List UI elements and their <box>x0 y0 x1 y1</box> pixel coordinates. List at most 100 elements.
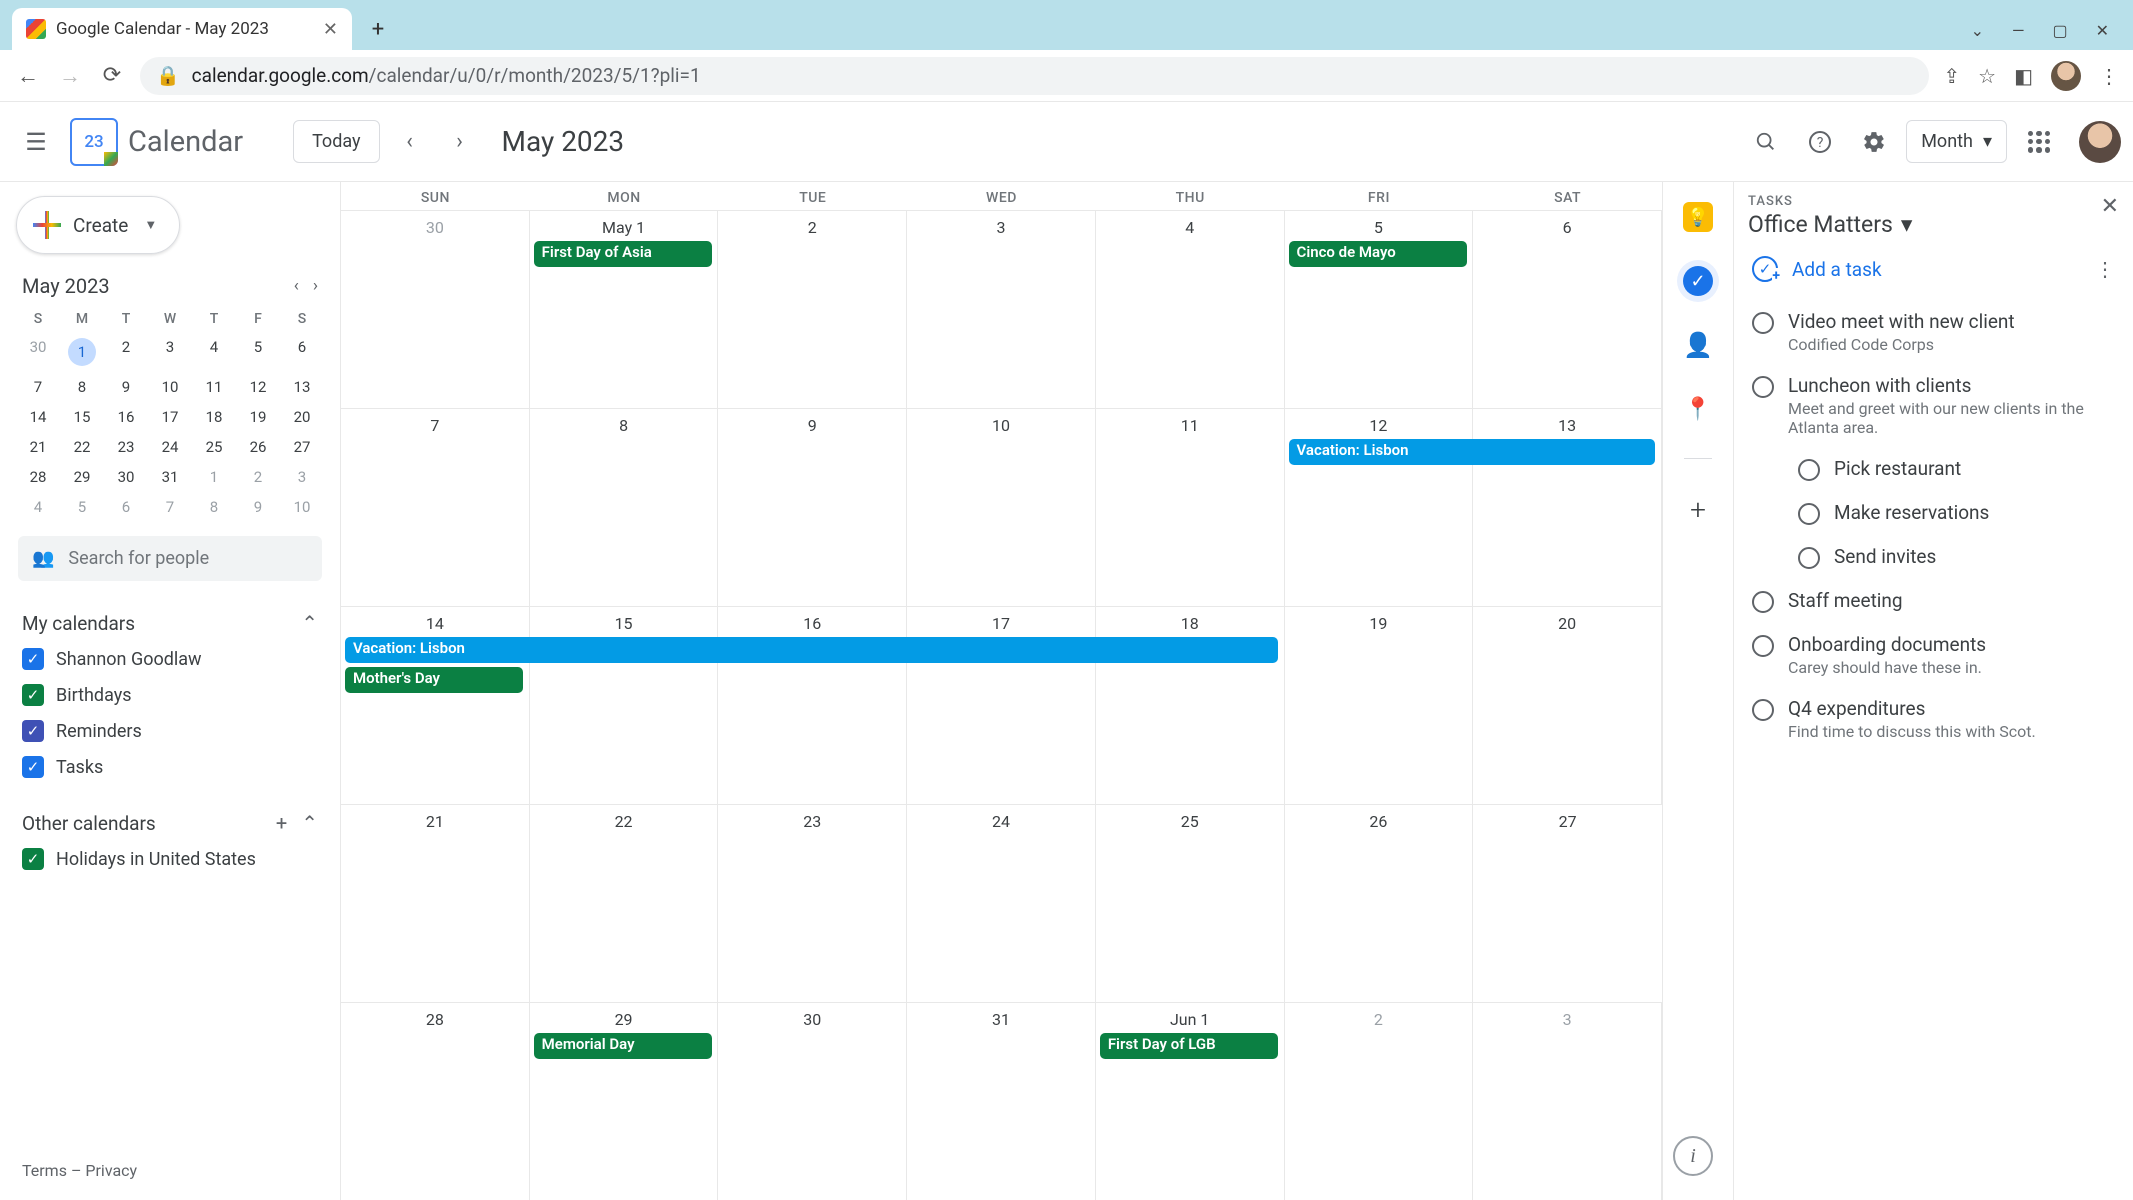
mini-day-cell[interactable]: 29 <box>60 462 104 492</box>
mini-day-cell[interactable]: 2 <box>104 332 148 372</box>
my-calendars-title[interactable]: My calendars <box>22 612 135 635</box>
checkbox-icon[interactable]: ✓ <box>22 684 44 706</box>
collapse-icon[interactable]: ⌃ <box>301 811 318 835</box>
calendar-event[interactable]: Vacation: Lisbon <box>1289 439 1656 465</box>
calendar-event[interactable]: Memorial Day <box>534 1033 712 1059</box>
google-apps-icon[interactable] <box>2017 120 2061 164</box>
day-cell[interactable]: 11 <box>1096 409 1285 606</box>
mini-day-cell[interactable]: 5 <box>236 332 280 372</box>
mini-day-cell[interactable]: 19 <box>236 402 280 432</box>
mini-day-cell[interactable]: 21 <box>16 432 60 462</box>
calendar-item[interactable]: ✓Reminders <box>22 713 318 749</box>
task-radio[interactable] <box>1798 503 1820 525</box>
mini-day-cell[interactable]: 2 <box>236 462 280 492</box>
search-icon[interactable] <box>1744 120 1788 164</box>
mini-next-icon[interactable]: › <box>313 276 318 296</box>
mini-day-cell[interactable]: 5 <box>60 492 104 522</box>
url-input[interactable]: 🔒 calendar.google.com/calendar/u/0/r/mon… <box>140 57 1929 95</box>
task-item[interactable]: Onboarding documentsCarey should have th… <box>1748 623 2119 687</box>
mini-day-cell[interactable]: 9 <box>104 372 148 402</box>
mini-day-cell[interactable]: 12 <box>236 372 280 402</box>
day-cell[interactable]: 6 <box>1473 211 1662 408</box>
mini-day-cell[interactable]: 6 <box>104 492 148 522</box>
day-cell[interactable]: 23 <box>718 805 907 1002</box>
mini-day-cell[interactable]: 20 <box>280 402 324 432</box>
mini-day-cell[interactable]: 8 <box>60 372 104 402</box>
close-window-icon[interactable]: ✕ <box>2096 21 2109 40</box>
search-people-input[interactable]: 👥 Search for people <box>18 536 322 581</box>
day-cell[interactable]: 9 <box>718 409 907 606</box>
mini-day-cell[interactable]: 24 <box>148 432 192 462</box>
checkbox-icon[interactable]: ✓ <box>22 648 44 670</box>
day-cell[interactable]: 2 <box>1285 1003 1474 1200</box>
chevron-down-icon[interactable]: ⌄ <box>1971 21 1984 40</box>
mini-day-cell[interactable]: 10 <box>280 492 324 522</box>
task-item[interactable]: Staff meeting <box>1748 579 2119 623</box>
mini-prev-icon[interactable]: ‹ <box>294 276 299 296</box>
mini-day-cell[interactable]: 9 <box>236 492 280 522</box>
day-cell[interactable]: 22 <box>530 805 719 1002</box>
profile-avatar-browser[interactable] <box>2051 61 2081 91</box>
calendar-event[interactable]: First Day of LGB <box>1100 1033 1278 1059</box>
checkbox-icon[interactable]: ✓ <box>22 848 44 870</box>
mini-day-cell[interactable]: 8 <box>192 492 236 522</box>
other-calendars-title[interactable]: Other calendars <box>22 812 156 835</box>
add-rail-icon[interactable]: + <box>1690 493 1706 526</box>
day-cell[interactable]: 8 <box>530 409 719 606</box>
calendar-item[interactable]: ✓Shannon Goodlaw <box>22 641 318 677</box>
close-tab-icon[interactable]: ✕ <box>323 19 338 40</box>
mini-day-cell[interactable]: 25 <box>192 432 236 462</box>
day-cell[interactable]: 26 <box>1285 805 1474 1002</box>
mini-day-cell[interactable]: 18 <box>192 402 236 432</box>
calendar-item[interactable]: ✓Holidays in United States <box>22 841 318 877</box>
mini-day-cell[interactable]: 15 <box>60 402 104 432</box>
day-cell[interactable]: 19 <box>1285 607 1474 804</box>
mini-day-cell[interactable]: 28 <box>16 462 60 492</box>
add-calendar-icon[interactable]: + <box>276 811 287 835</box>
day-cell[interactable]: 20 <box>1473 607 1662 804</box>
day-cell[interactable]: 2 <box>718 211 907 408</box>
subtask-item[interactable]: Pick restaurant <box>1748 447 2119 491</box>
mini-day-cell[interactable]: 3 <box>148 332 192 372</box>
reload-icon[interactable]: ⟳ <box>98 63 126 88</box>
day-cell[interactable]: 3 <box>1473 1003 1662 1200</box>
mini-day-cell[interactable]: 1 <box>192 462 236 492</box>
collapse-icon[interactable]: ⌃ <box>301 611 318 635</box>
mini-day-cell[interactable]: 4 <box>16 492 60 522</box>
sidepanel-icon[interactable]: ◧ <box>2014 64 2033 88</box>
view-selector[interactable]: Month ▾ <box>1906 120 2007 163</box>
mini-day-cell[interactable]: 30 <box>16 332 60 372</box>
forward-icon[interactable]: → <box>56 63 84 89</box>
calendar-logo[interactable]: 23 <box>70 118 118 166</box>
calendar-item[interactable]: ✓Birthdays <box>22 677 318 713</box>
mini-day-cell[interactable]: 6 <box>280 332 324 372</box>
day-cell[interactable]: 30 <box>341 211 530 408</box>
minimize-icon[interactable]: — <box>2012 21 2025 40</box>
info-icon[interactable]: i <box>1673 1136 1713 1176</box>
add-task-button[interactable]: ✓ Add a task ⋮ <box>1748 238 2119 300</box>
day-cell[interactable]: 24 <box>907 805 1096 1002</box>
day-cell[interactable]: 27 <box>1473 805 1662 1002</box>
day-cell[interactable]: 3 <box>907 211 1096 408</box>
task-radio[interactable] <box>1752 591 1774 613</box>
day-cell[interactable]: 4 <box>1096 211 1285 408</box>
next-month-icon[interactable]: › <box>440 122 480 162</box>
tasks-list-selector[interactable]: Office Matters ▾ <box>1748 211 2101 238</box>
browser-menu-icon[interactable]: ⋮ <box>2099 64 2119 88</box>
tasks-more-icon[interactable]: ⋮ <box>2095 257 2115 281</box>
calendar-event[interactable]: Cinco de Mayo <box>1289 241 1467 267</box>
create-button[interactable]: Create ▼ <box>16 196 180 254</box>
account-avatar[interactable] <box>2079 121 2121 163</box>
checkbox-icon[interactable]: ✓ <box>22 720 44 742</box>
share-icon[interactable]: ⇪ <box>1943 64 1960 88</box>
mini-day-cell[interactable]: 30 <box>104 462 148 492</box>
terms-link[interactable]: Terms <box>22 1161 67 1180</box>
calendar-event[interactable]: Mother's Day <box>345 667 523 693</box>
tasks-icon[interactable]: ✓ <box>1683 266 1713 296</box>
day-cell[interactable]: 7 <box>341 409 530 606</box>
mini-day-cell[interactable]: 17 <box>148 402 192 432</box>
main-menu-icon[interactable]: ☰ <box>12 118 60 166</box>
task-radio[interactable] <box>1752 376 1774 398</box>
mini-day-cell[interactable]: 7 <box>16 372 60 402</box>
task-item[interactable]: Video meet with new clientCodified Code … <box>1748 300 2119 364</box>
